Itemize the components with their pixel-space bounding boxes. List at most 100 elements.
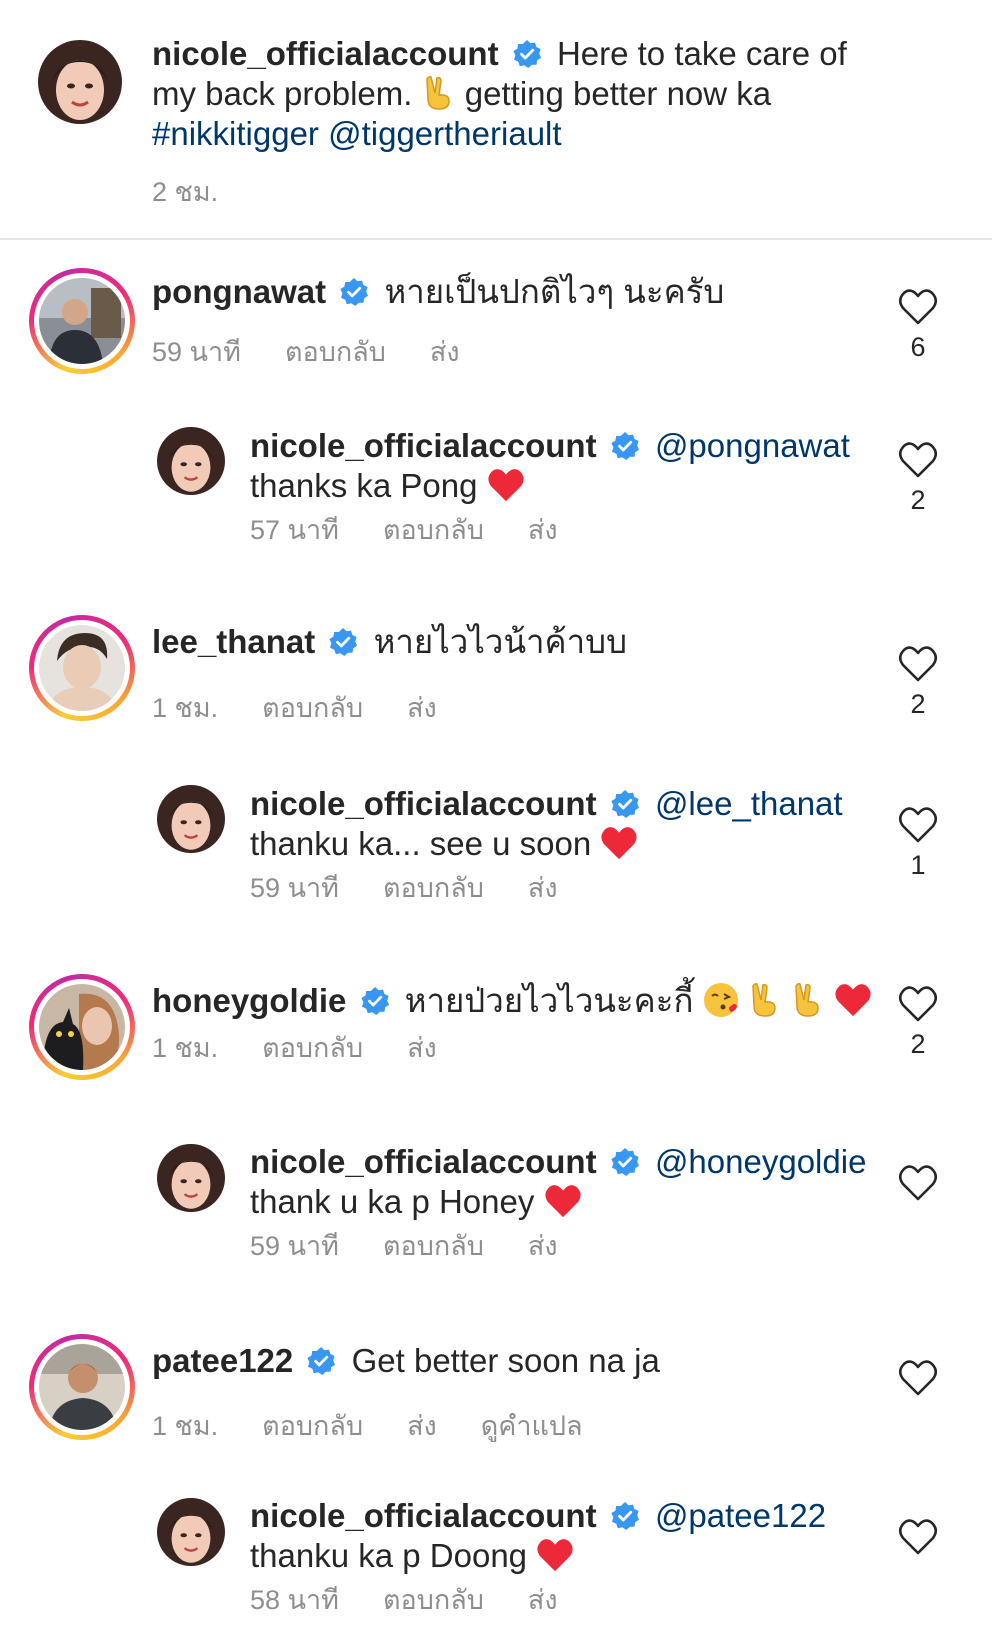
caption-hashtag[interactable]: #nikkitigger xyxy=(152,115,319,152)
reply-button[interactable]: ตอบกลับ xyxy=(383,515,484,545)
caption-username[interactable]: nicole_officialaccount xyxy=(152,35,499,72)
comment-time: 58 นาที xyxy=(250,1585,339,1615)
send-button[interactable]: ส่ง xyxy=(528,515,558,545)
comment-body: honeygoldie หายป่วยไวไวนะคะกี้ xyxy=(152,981,871,1021)
like-count: 6 xyxy=(910,332,926,362)
send-button[interactable]: ส่ง xyxy=(528,1231,558,1261)
comment-text: หายเป็นปกติไวๆ นะครับ xyxy=(384,273,725,310)
comment-username[interactable]: nicole_officialaccount xyxy=(250,427,597,464)
nicole-avatar[interactable] xyxy=(157,427,225,495)
comment-mention[interactable]: @pongnawat xyxy=(655,427,850,464)
comment-username[interactable]: nicole_officialaccount xyxy=(250,785,597,822)
story-ring[interactable] xyxy=(29,268,135,374)
comment-username[interactable]: nicole_officialaccount xyxy=(250,1497,597,1534)
reply-button[interactable]: ตอบกลับ xyxy=(285,337,386,367)
nicole-avatar[interactable] xyxy=(38,40,122,124)
divider xyxy=(0,238,992,240)
send-button[interactable]: ส่ง xyxy=(430,337,460,367)
comment-body: pongnawat หายเป็นปกติไวๆ นะครับ xyxy=(152,272,842,312)
nicole-avatar[interactable] xyxy=(157,785,225,853)
like-button[interactable]: 1 xyxy=(896,806,940,881)
reply-button[interactable]: ตอบกลับ xyxy=(262,1033,363,1063)
verified-badge-icon xyxy=(611,432,639,460)
red-heart-emoji-icon xyxy=(544,1185,581,1218)
victory-hand-emoji-icon xyxy=(425,76,450,110)
comment-meta: 59 นาที ตอบกลับ ส่ง xyxy=(152,330,504,373)
nicole-avatar[interactable] xyxy=(157,1144,225,1212)
caption-text: nicole_officialaccount Here to take care… xyxy=(152,34,952,154)
comment-body: nicole_officialaccount @patee122 thanku … xyxy=(250,1496,850,1576)
comment-text: thanku ka... see u soon xyxy=(250,825,592,862)
red-heart-emoji-icon xyxy=(601,827,638,860)
story-ring[interactable] xyxy=(29,1334,135,1440)
heart-icon xyxy=(898,442,938,478)
heart-icon xyxy=(898,1360,938,1396)
see-translation-button[interactable]: ดูคำแปล xyxy=(481,1411,583,1441)
face-blowing-kiss-emoji-icon xyxy=(703,983,738,1017)
heart-icon xyxy=(898,289,938,325)
comment-username[interactable]: nicole_officialaccount xyxy=(250,1143,597,1180)
comment-username[interactable]: lee_thanat xyxy=(152,623,315,660)
story-ring[interactable] xyxy=(29,615,135,721)
comment-meta: 1 ชม. ตอบกลับ ส่ง xyxy=(152,686,481,729)
send-button[interactable]: ส่ง xyxy=(407,1033,437,1063)
like-button[interactable] xyxy=(896,1518,940,1556)
comment-meta: 1 ชม. ตอบกลับ ส่ง xyxy=(152,1026,481,1069)
comment-mention[interactable]: @patee122 xyxy=(655,1497,826,1534)
comment-meta: 57 นาที ตอบกลับ ส่ง xyxy=(250,508,602,551)
honeygoldie-avatar xyxy=(39,984,125,1070)
caption-mention[interactable]: @tiggertheriault xyxy=(328,115,561,152)
verified-badge-icon xyxy=(340,278,369,306)
send-button[interactable]: ส่ง xyxy=(407,1411,437,1441)
comment-time: 1 ชม. xyxy=(152,1411,219,1441)
reply-button[interactable]: ตอบกลับ xyxy=(262,693,363,723)
reply-button[interactable]: ตอบกลับ xyxy=(383,1585,484,1615)
victory-hand-emoji-icon xyxy=(752,983,776,1017)
heart-icon xyxy=(898,646,938,682)
comment-username[interactable]: patee122 xyxy=(152,1342,293,1379)
like-button[interactable]: 2 xyxy=(896,645,940,720)
comment-meta: 59 นาที ตอบกลับ ส่ง xyxy=(250,1224,602,1267)
comment-body: lee_thanat หายไวไวน้าค้าบบ xyxy=(152,622,842,662)
reply-button[interactable]: ตอบกลับ xyxy=(383,873,484,903)
red-heart-emoji-icon xyxy=(835,984,871,1017)
comment-text: หายไวไวน้าค้าบบ xyxy=(373,623,628,660)
comment-time: 59 นาที xyxy=(152,337,241,367)
comment-username[interactable]: honeygoldie xyxy=(152,982,346,1019)
victory-hand-emoji-icon xyxy=(795,983,819,1017)
like-button[interactable]: 2 xyxy=(896,441,940,516)
post-caption: nicole_officialaccount Here to take care… xyxy=(0,0,992,238)
comment-meta: 58 นาที ตอบกลับ ส่ง xyxy=(250,1578,602,1621)
verified-badge-icon xyxy=(307,1347,336,1375)
send-button[interactable]: ส่ง xyxy=(407,693,437,723)
heart-icon xyxy=(898,1519,938,1555)
verified-badge-icon xyxy=(360,987,389,1015)
comment-body: patee122 Get better soon na ja xyxy=(152,1341,842,1381)
story-ring[interactable] xyxy=(29,974,135,1080)
comment-mention[interactable]: @lee_thanat xyxy=(655,785,843,822)
caption-time: 2 ชม. xyxy=(152,170,262,213)
heart-icon xyxy=(898,1165,938,1201)
comment-meta: 59 นาที ตอบกลับ ส่ง xyxy=(250,866,602,909)
like-button[interactable] xyxy=(896,1164,940,1202)
send-button[interactable]: ส่ง xyxy=(528,873,558,903)
reply-button[interactable]: ตอบกลับ xyxy=(383,1231,484,1261)
comment-mention[interactable]: @honeygoldie xyxy=(655,1143,867,1180)
comment-time: 59 นาที xyxy=(250,873,339,903)
nicole-avatar[interactable] xyxy=(157,1498,225,1566)
like-count: 2 xyxy=(910,689,926,719)
send-button[interactable]: ส่ง xyxy=(528,1585,558,1615)
like-button[interactable]: 6 xyxy=(896,288,940,363)
nicole-avatar-image xyxy=(38,40,122,124)
like-button[interactable] xyxy=(896,1359,940,1397)
reply-button[interactable]: ตอบกลับ xyxy=(262,1411,363,1441)
comment-username[interactable]: pongnawat xyxy=(152,273,326,310)
comment-text: thank u ka p Honey xyxy=(250,1183,535,1220)
like-count: 2 xyxy=(910,485,926,515)
like-count: 1 xyxy=(910,850,926,880)
comment-text: thanku ka p Doong xyxy=(250,1537,528,1574)
verified-badge-icon xyxy=(611,790,639,818)
like-button[interactable]: 2 xyxy=(896,985,940,1060)
caption-text-2a: my back problem. xyxy=(152,75,413,112)
comment-time: 1 ชม. xyxy=(152,693,219,723)
